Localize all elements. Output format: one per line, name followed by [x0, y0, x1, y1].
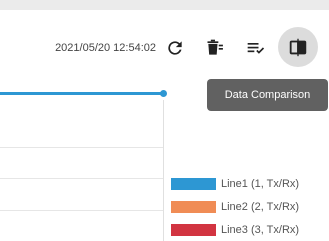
chart-grid-horizontal [0, 147, 163, 148]
legend-swatch [171, 201, 216, 213]
list-check-icon [247, 43, 265, 54]
legend-swatch [171, 224, 216, 236]
delete-icon [207, 39, 223, 55]
chart-grid-horizontal [0, 178, 163, 179]
refresh-icon [168, 41, 182, 55]
list-check-button[interactable] [243, 36, 269, 60]
chart-grid-vertical [163, 100, 164, 241]
data-comparison-button[interactable] [278, 27, 318, 67]
line1-end-point [160, 90, 167, 97]
legend-item-line1[interactable]: Line1 (1, Tx/Rx) [171, 177, 299, 191]
legend-label: Line1 (1, Tx/Rx) [221, 178, 300, 190]
legend-item-line2[interactable]: Line2 (2, Tx/Rx) [171, 200, 299, 214]
chart-grid-horizontal [0, 210, 163, 211]
top-divider-strip [0, 0, 329, 10]
data-comparison-icon [289, 38, 307, 57]
timestamp: 2021/05/20 12:54:02 [55, 42, 156, 54]
chart-area [0, 78, 329, 241]
line1-series [0, 92, 164, 95]
legend-label: Line2 (2, Tx/Rx) [221, 201, 300, 213]
top-gap [0, 10, 329, 20]
legend-swatch [171, 178, 216, 190]
delete-button[interactable] [203, 36, 227, 60]
refresh-button[interactable] [163, 36, 187, 60]
legend-label: Line3 (3, Tx/Rx) [221, 224, 300, 236]
legend-item-line3[interactable]: Line3 (3, Tx/Rx) [171, 223, 299, 237]
